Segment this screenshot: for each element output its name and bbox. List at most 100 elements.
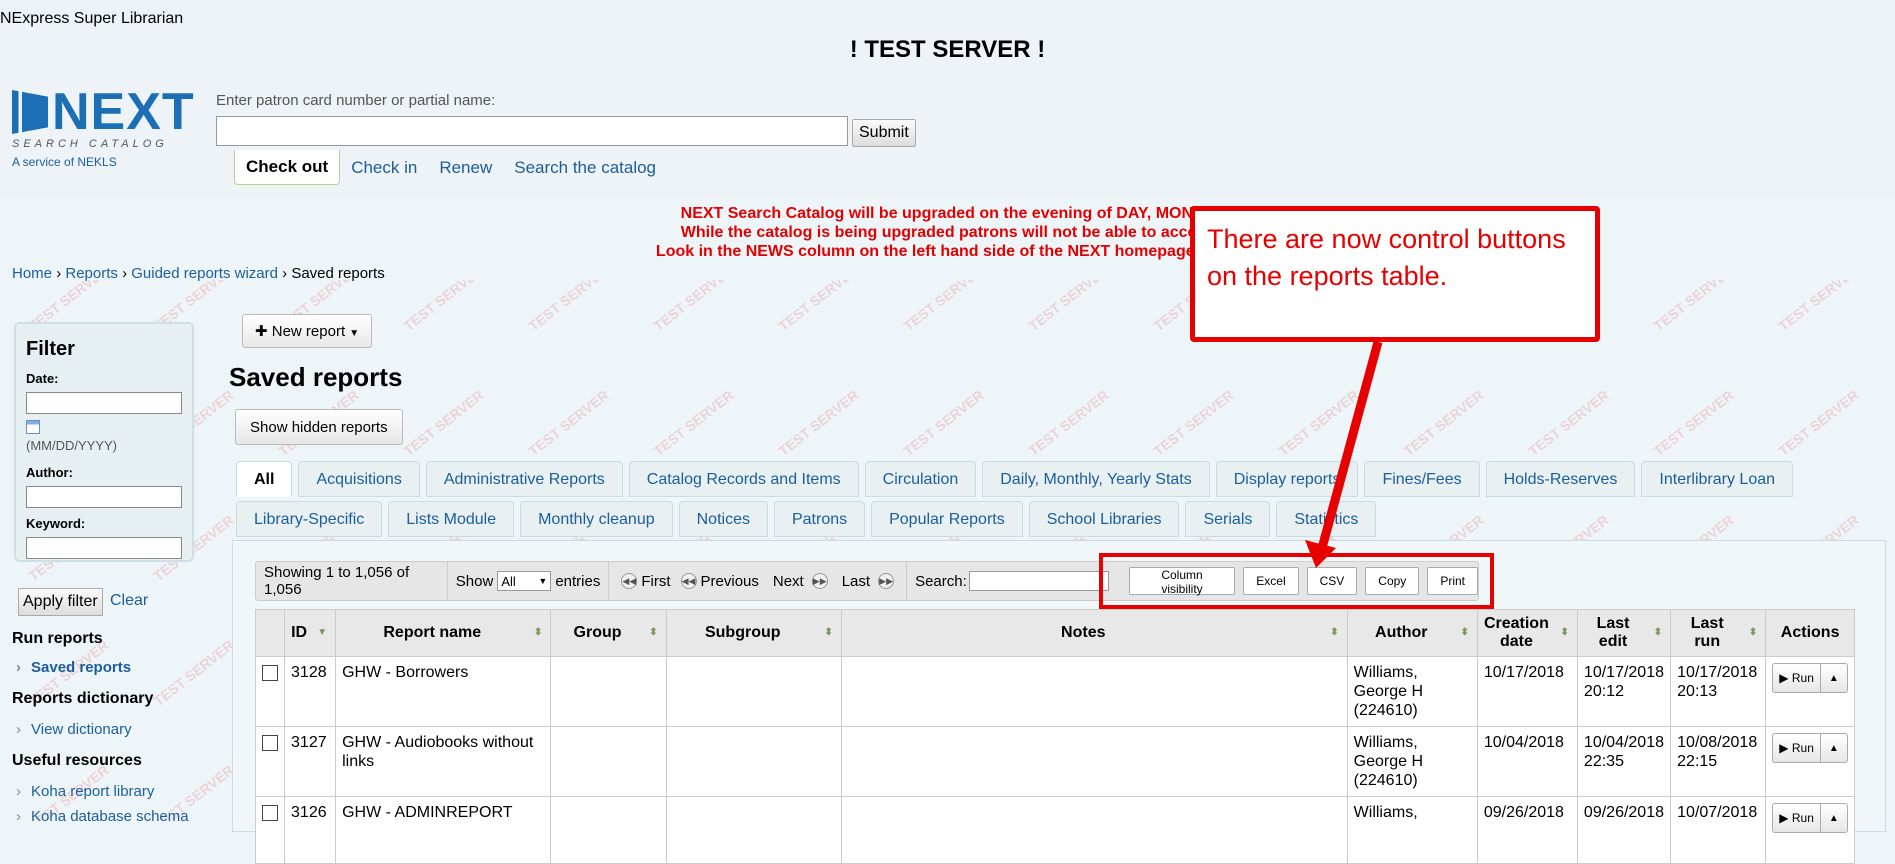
clear-filter-link[interactable]: Clear — [110, 592, 148, 610]
page-length-select[interactable]: All ▼ — [497, 571, 552, 591]
caret-up-icon[interactable]: ▲ — [1821, 739, 1847, 758]
breadcrumb-wizard[interactable]: Guided reports wizard — [131, 265, 278, 282]
watermark-text: TEST SERVER — [1275, 386, 1362, 460]
row-checkbox[interactable] — [262, 805, 278, 821]
cell-group — [550, 796, 667, 864]
run-report-button[interactable]: ▶ Run ▲ — [1772, 733, 1848, 763]
new-report-button[interactable]: ✚ New report ▼ — [242, 314, 373, 348]
watermark-text: TEST SERVER — [900, 280, 987, 335]
sort-icon: ⬍ — [1653, 627, 1663, 638]
column-header-group[interactable]: Group ⬍ — [550, 609, 667, 657]
caret-up-icon[interactable]: ▲ — [1821, 809, 1847, 828]
run-report-button[interactable]: ▶ Run ▲ — [1772, 663, 1848, 693]
tab-serials[interactable]: Serials — [1185, 501, 1271, 537]
tab-check-out[interactable]: Check out — [234, 150, 341, 185]
logo[interactable]: NEXT SEARCH CATALOG — [12, 86, 195, 150]
column-header-subgroup[interactable]: Subgroup ⬍ — [665, 609, 842, 657]
previous-page-link[interactable]: Previous — [701, 573, 759, 590]
submit-button[interactable]: Submit — [852, 119, 916, 147]
cell-creation-date: 10/04/2018 — [1476, 726, 1578, 797]
breadcrumb-reports[interactable]: Reports — [65, 265, 118, 282]
tab-school-libraries[interactable]: School Libraries — [1028, 501, 1180, 537]
tab-all[interactable]: All — [236, 461, 293, 497]
circulation-tabs: Check out Check in Renew Search the cata… — [234, 150, 667, 185]
cell-report-name[interactable]: GHW - Borrowers — [335, 656, 552, 727]
tab-monthly-cleanup[interactable]: Monthly cleanup — [520, 501, 673, 537]
reports-dictionary-heading: Reports dictionary — [12, 690, 154, 707]
cell-id: 3126 — [284, 796, 337, 864]
tab-daily-monthly-yearly-stats[interactable]: Daily, Monthly, Yearly Stats — [982, 461, 1210, 497]
cell-report-name[interactable]: GHW - Audiobooks without links — [335, 726, 552, 797]
tab-display-reports[interactable]: Display reports — [1215, 461, 1359, 497]
tab-renew[interactable]: Renew — [428, 152, 503, 184]
patron-search-input[interactable] — [216, 116, 848, 146]
breadcrumb-home[interactable]: Home — [12, 265, 52, 282]
tab-acquisitions[interactable]: Acquisitions — [298, 461, 420, 497]
last-page-icon[interactable]: ▶▶ — [878, 573, 895, 589]
breadcrumb-current: Saved reports — [291, 265, 385, 282]
tab-statistics[interactable]: Statistics — [1276, 501, 1377, 537]
keyword-field[interactable] — [26, 537, 182, 559]
first-page-icon[interactable]: ◀◀ — [621, 573, 638, 589]
date-field[interactable] — [26, 392, 182, 414]
row-checkbox[interactable] — [262, 735, 278, 751]
previous-page-icon[interactable]: ◀◀ — [680, 573, 697, 589]
table-header-row: ID ▼ Report name ⬍ Group ⬍ Subgroup ⬍ Notes ⬍… — [254, 609, 1855, 657]
cell-notes — [840, 656, 1348, 727]
last-page-link[interactable]: Last — [842, 573, 870, 590]
cell-author: Williams, — [1346, 796, 1478, 864]
tab-library-specific[interactable]: Library-Specific — [236, 501, 383, 537]
tab-interlibrary-loan[interactable]: Interlibrary Loan — [1641, 461, 1794, 497]
tab-administrative-reports[interactable]: Administrative Reports — [425, 461, 623, 497]
sort-icon: ⬍ — [534, 627, 543, 638]
caret-up-icon[interactable]: ▲ — [1821, 669, 1847, 688]
sort-icon: ⬍ — [649, 627, 658, 638]
sort-icon: ⬍ — [1460, 627, 1469, 638]
run-report-button[interactable]: ▶ Run ▲ — [1772, 803, 1848, 833]
next-page-link[interactable]: Next — [773, 573, 804, 590]
next-page-icon[interactable]: ▶▶ — [811, 573, 828, 589]
column-header-last-edit[interactable]: Last edit ⬍ — [1576, 609, 1672, 657]
column-header-id[interactable]: ID ▼ — [284, 609, 337, 657]
column-header-label: ID — [291, 624, 308, 641]
column-header-author[interactable]: Author ⬍ — [1346, 609, 1478, 657]
first-page-link[interactable]: First — [641, 573, 670, 590]
tab-holds-reserves[interactable]: Holds-Reserves — [1485, 461, 1636, 497]
cell-report-name[interactable]: GHW - ADMINREPORT — [335, 796, 552, 864]
calendar-icon[interactable] — [26, 420, 40, 434]
pagination: ◀◀ First ◀◀ Previous Next ▶▶ Last ▶▶ — [609, 562, 908, 600]
sidebar-item-koha-library[interactable]: Koha report library — [16, 783, 154, 800]
breadcrumb-separator: › — [122, 265, 128, 282]
tab-notices[interactable]: Notices — [678, 501, 768, 537]
useful-resources-heading: Useful resources — [12, 752, 142, 769]
tab-search-catalog[interactable]: Search the catalog — [503, 152, 667, 184]
sort-icon: ⬍ — [1330, 627, 1339, 638]
tab-check-in[interactable]: Check in — [340, 152, 428, 184]
show-hidden-reports-button[interactable]: Show hidden reports — [235, 409, 403, 445]
tab-popular-reports[interactable]: Popular Reports — [871, 501, 1023, 537]
tab-lists-module[interactable]: Lists Module — [388, 501, 515, 537]
author-field[interactable] — [26, 486, 182, 508]
column-header-report-name[interactable]: Report name ⬍ — [335, 609, 552, 657]
sidebar-item-koha-schema[interactable]: Koha database schema — [16, 808, 189, 825]
tab-patrons[interactable]: Patrons — [773, 501, 866, 537]
new-report-label: New report — [271, 323, 346, 340]
column-header-creation-date[interactable]: Creation date ⬍ — [1476, 609, 1578, 657]
watermark-text: TEST SERVER — [1025, 280, 1112, 335]
logged-in-user[interactable]: NExpress Super Librarian — [0, 10, 183, 28]
table-search-input[interactable] — [968, 571, 1109, 591]
sidebar-item-view-dictionary[interactable]: View dictionary — [16, 721, 132, 738]
report-group-tabs: Library-Specific Lists Module Monthly clea… — [236, 501, 1382, 537]
tab-circulation[interactable]: Circulation — [864, 461, 977, 497]
apply-filter-button[interactable]: Apply filter — [18, 588, 103, 616]
chevron-down-icon: ▼ — [538, 576, 548, 586]
column-header-notes[interactable]: Notes ⬍ — [840, 609, 1348, 657]
tab-fines-fees[interactable]: Fines/Fees — [1364, 461, 1480, 497]
sidebar-item-saved-reports[interactable]: Saved reports — [16, 659, 131, 676]
report-group-tabs: All Acquisitions Administrative Reports Cat… — [236, 461, 1799, 497]
tab-catalog-records-and-items[interactable]: Catalog Records and Items — [628, 461, 859, 497]
row-checkbox[interactable] — [262, 665, 278, 681]
column-header-last-run[interactable]: Last run ⬍ — [1670, 609, 1767, 657]
watermark-text: TEST SERVER — [775, 280, 862, 335]
filter-title: Filter — [26, 338, 75, 360]
